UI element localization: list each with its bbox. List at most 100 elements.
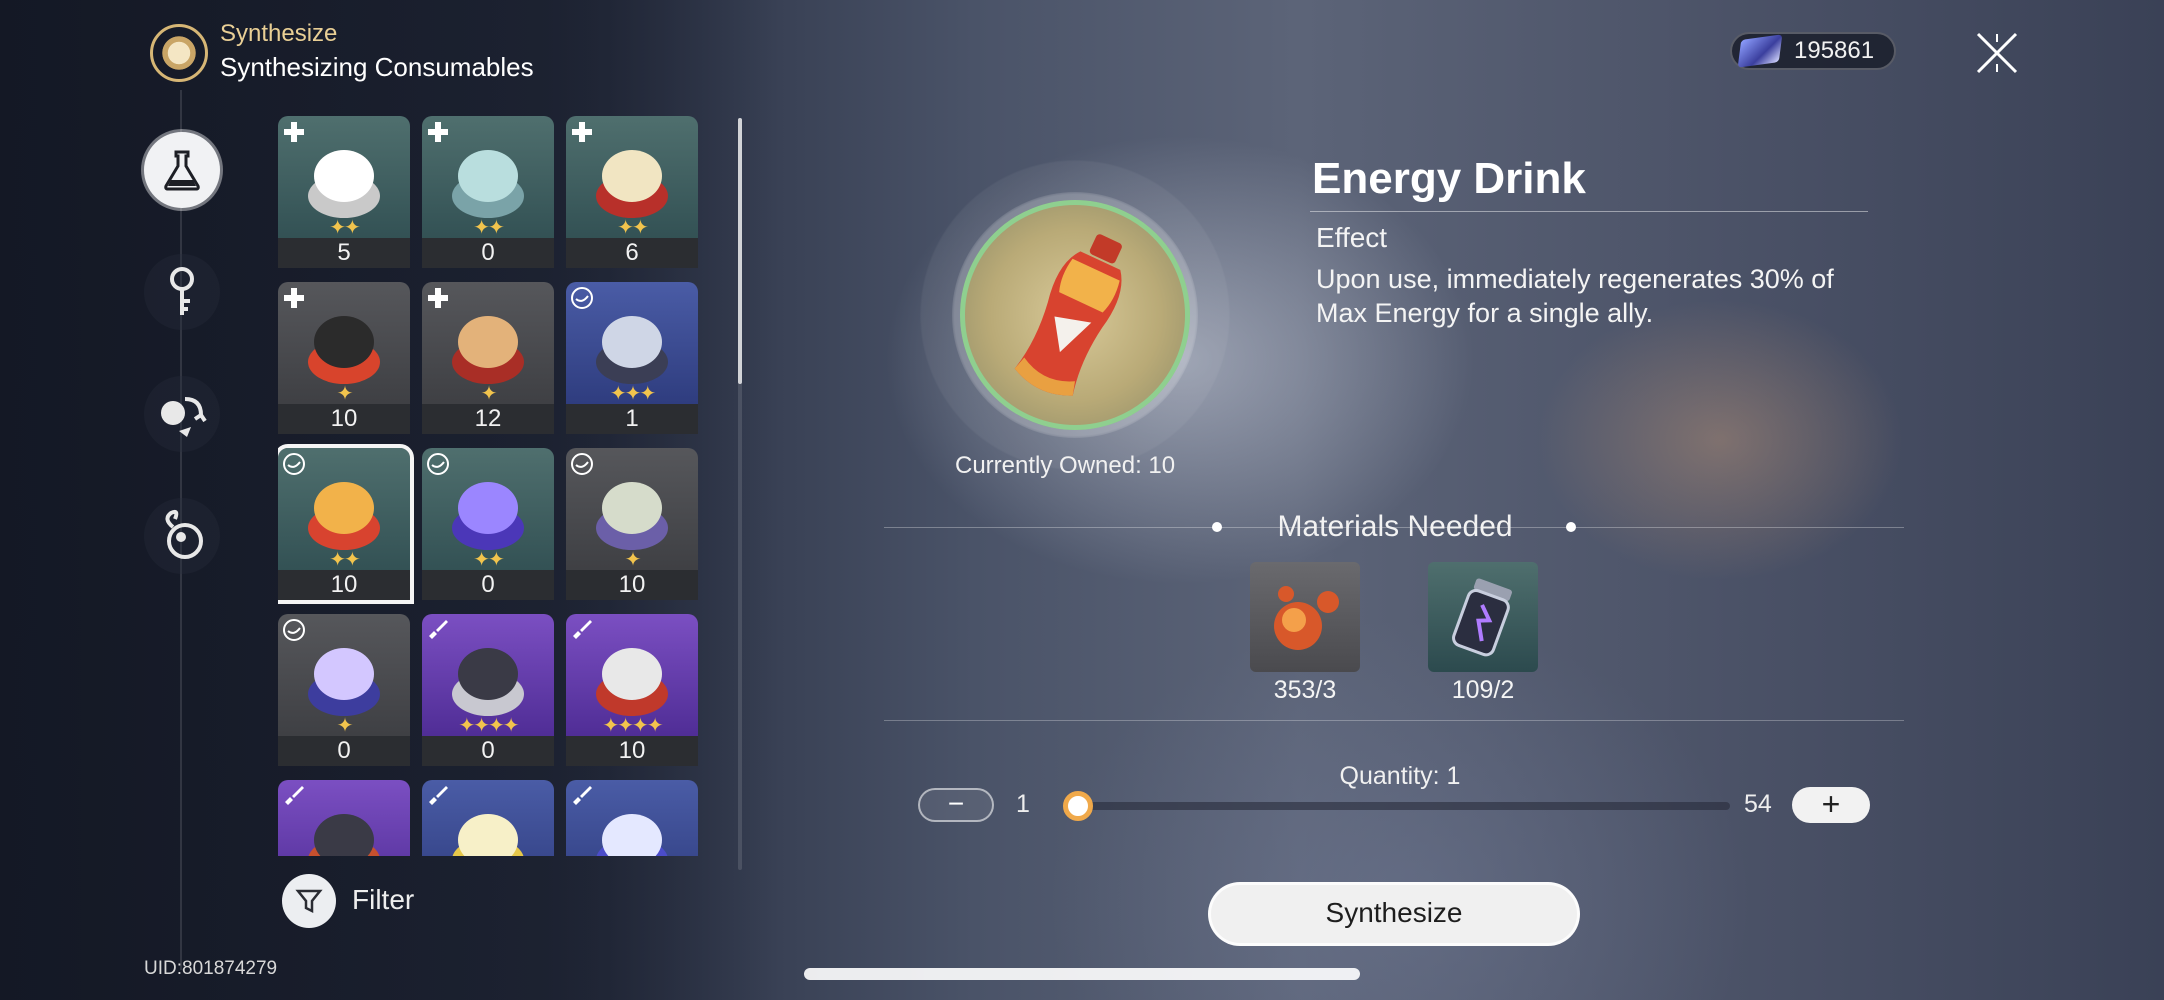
quantity-min: 1 <box>1016 790 1030 818</box>
effect-title: Effect <box>1316 222 1388 253</box>
filter-icon <box>295 889 323 914</box>
item-slot[interactable]: ✦✦ 6 <box>566 116 698 268</box>
key-icon <box>170 267 194 315</box>
currency-value: 195861 <box>1794 37 1875 64</box>
rarity-stars: ✦ <box>480 383 498 405</box>
synthesize-logo-icon <box>150 24 208 82</box>
scarf-icon <box>444 634 532 722</box>
increase-quantity-button[interactable]: + <box>1792 787 1870 823</box>
energy-drink-icon <box>1014 234 1122 396</box>
item-slot[interactable]: ✦✦ 0 <box>422 116 554 268</box>
rarity-stars: ✦✦ <box>617 217 649 239</box>
item-slot[interactable]: ✦✦✦✦ 0 <box>422 614 554 766</box>
noodle-bowl-icon <box>444 302 532 390</box>
quantity-slider[interactable] <box>1066 802 1730 810</box>
item-slot[interactable]: ✦✦ 0 <box>422 448 554 600</box>
spark-orbs-icon <box>1274 586 1339 650</box>
close-icon <box>1976 32 2018 74</box>
item-count: 0 <box>278 736 410 766</box>
grid-scrollbar-thumb[interactable] <box>738 118 742 384</box>
material-slot-2[interactable] <box>1428 562 1538 672</box>
rarity-stars: ✦✦ <box>329 217 361 239</box>
material-slot-1[interactable] <box>1250 562 1360 672</box>
flask-icon <box>164 150 200 191</box>
credit-icon <box>1737 34 1783 68</box>
rarity-stars: ✦ <box>336 715 354 737</box>
energy-vial-icon <box>1452 578 1512 657</box>
item-count: 10 <box>278 404 410 434</box>
page-title: Synthesizing Consumables <box>220 52 534 82</box>
quantity-max: 54 <box>1744 790 1772 818</box>
bomb-icon <box>165 509 203 559</box>
rarity-stars: ✦✦✦ <box>609 383 656 405</box>
item-slot[interactable]: ✦✦✦ 1 <box>566 282 698 434</box>
item-count: 5 <box>278 238 410 268</box>
extinguisher-icon <box>588 634 676 722</box>
rarity-stars: ✦✦✦✦ <box>458 715 519 737</box>
purple-bowl-icon <box>300 634 388 722</box>
currency-display[interactable]: 195861 <box>1730 32 1896 70</box>
materials-title: Materials Needed <box>1277 510 1513 543</box>
item-slot[interactable]: ✦ 10 <box>566 448 698 600</box>
effect-description: Upon use, immediately regenerates 30% of… <box>1316 264 1834 328</box>
fried-rice-icon <box>588 136 676 224</box>
item-count: 10 <box>278 570 410 600</box>
oxygen-mask-icon <box>444 136 532 224</box>
item-count: 0 <box>422 736 554 766</box>
item-slot[interactable]: ✦✦ 10 <box>278 444 414 604</box>
uid-label: UID:801874279 <box>144 958 278 979</box>
rarity-stars: ✦✦ <box>329 549 361 571</box>
nav-exchange[interactable] <box>144 376 220 452</box>
blue-tube-icon <box>588 800 676 856</box>
nav-synthesize-consumables[interactable] <box>144 132 220 208</box>
item-count: 10 <box>566 736 698 766</box>
section-label: Synthesize <box>220 20 338 47</box>
snack-bag-icon <box>588 468 676 556</box>
rice-bowl-icon <box>300 136 388 224</box>
rarity-stars: ✦ <box>624 549 642 571</box>
name-divider <box>1310 211 1868 212</box>
item-count: 0 <box>422 570 554 600</box>
item-count: 0 <box>422 238 554 268</box>
rarity-stars: ✦ <box>336 383 354 405</box>
nav-special[interactable] <box>144 498 220 574</box>
quantity-divider <box>884 720 1904 721</box>
item-slot[interactable]: ✦ 12 <box>422 282 554 434</box>
item-slot[interactable]: ✦ 0 <box>278 614 410 766</box>
item-slot[interactable] <box>422 780 554 856</box>
item-count: 12 <box>422 404 554 434</box>
close-button[interactable] <box>1972 28 2022 78</box>
bottle-icon <box>588 302 676 390</box>
rarity-stars: ✦✦ <box>473 549 505 571</box>
item-slot[interactable]: ✦✦ 5 <box>278 116 410 268</box>
rarity-stars: ✦✦✦✦ <box>602 715 663 737</box>
item-slot[interactable]: ✦ 10 <box>278 282 410 434</box>
swap-icon <box>161 397 207 437</box>
item-count: 10 <box>566 570 698 600</box>
material-count-2: 109/2 <box>1451 676 1515 704</box>
material-count-1: 353/3 <box>1273 676 1337 704</box>
filter-label[interactable]: Filter <box>352 884 414 916</box>
home-indicator <box>804 968 1360 980</box>
item-portrait <box>960 200 1190 430</box>
defibrillator-icon <box>300 302 388 390</box>
consumables-grid[interactable]: ✦✦ 5 ✦✦ 0 ✦✦ 6 ✦ 10 ✦ 12 ✦✦✦ 1 ✦✦ 10 ✦✦ 0 ✦ 10 ✦ 0 ✦✦✦✦ 0 ✦✦✦✦… <box>278 116 704 856</box>
nav-material[interactable] <box>144 254 220 330</box>
owned-count: Currently Owned: 10 <box>955 452 1176 479</box>
quantity-label: Quantity: 1 <box>1339 762 1461 790</box>
synthesize-button[interactable]: Synthesize <box>1208 882 1580 946</box>
item-count: 6 <box>566 238 698 268</box>
decrease-quantity-button[interactable]: − <box>918 788 994 822</box>
energy-drink-icon <box>300 468 388 556</box>
item-slot[interactable]: ✦✦✦✦ 10 <box>566 614 698 766</box>
item-count: 1 <box>566 404 698 434</box>
rarity-stars: ✦✦ <box>473 217 505 239</box>
yellow-tube-icon <box>444 800 532 856</box>
item-slot[interactable] <box>566 780 698 856</box>
purple-bottle-icon <box>444 468 532 556</box>
quantity-slider-handle[interactable] <box>1063 791 1093 821</box>
gadget-icon <box>300 800 388 856</box>
filter-button[interactable] <box>282 874 336 928</box>
item-name: Energy Drink <box>1312 154 1586 203</box>
item-slot[interactable] <box>278 780 410 856</box>
